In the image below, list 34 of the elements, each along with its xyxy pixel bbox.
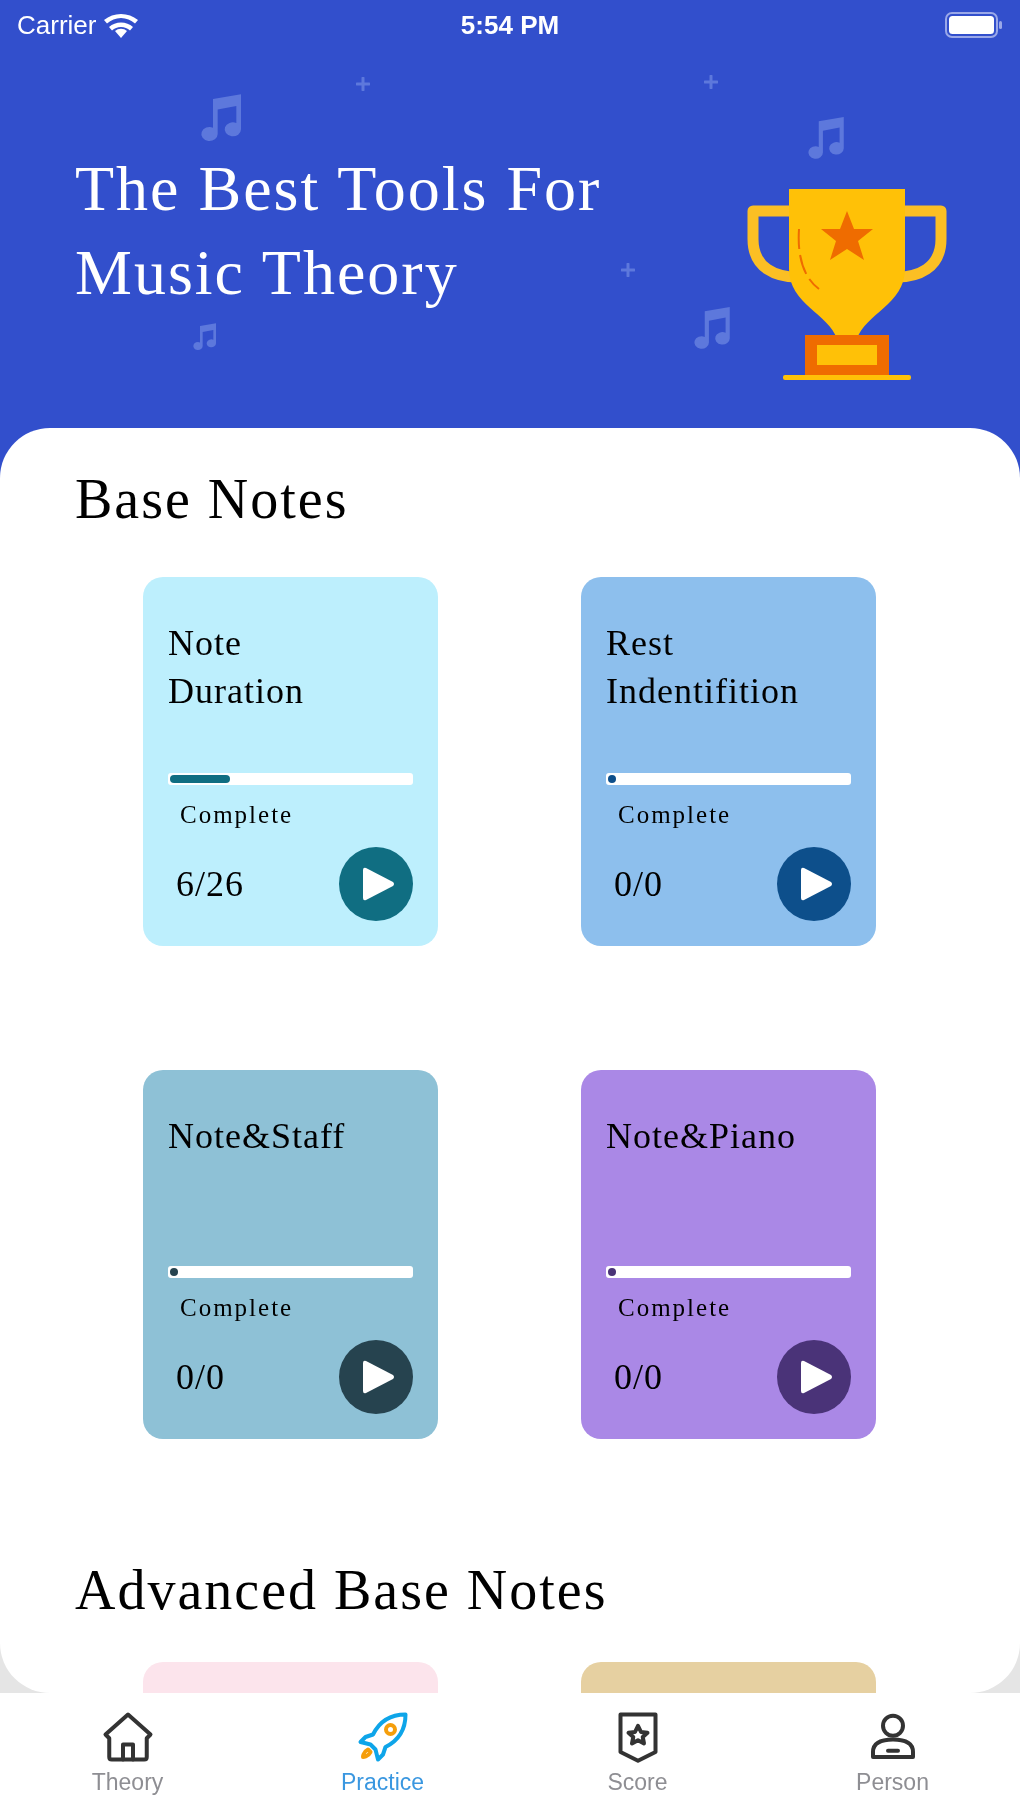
hero-title: The Best Tools For (75, 155, 602, 223)
card[interactable]: Note Duration Complete 6/26 (143, 577, 438, 946)
play-icon (361, 1358, 396, 1396)
plus-icon (704, 75, 718, 89)
card-title: Note (168, 622, 243, 665)
card[interactable]: Note&Staff Complete 0/0 (143, 1070, 438, 1439)
plus-icon (356, 77, 370, 91)
play-icon (799, 865, 834, 903)
card-title: Rest (606, 622, 675, 665)
play-icon (361, 865, 396, 903)
play-icon (799, 1358, 834, 1396)
progress-count: 0/0 (176, 1357, 225, 1397)
clock-time: 5:54 PM (460, 8, 560, 42)
wifi-icon (104, 12, 139, 38)
card-title: Indentifition (606, 670, 800, 713)
card-title: Note&Staff (168, 1115, 347, 1158)
progress-label: Complete (618, 800, 732, 830)
card-title: Duration (168, 670, 305, 713)
hero-title: Music Theory (75, 239, 460, 307)
carrier-label: Carrier (17, 8, 97, 42)
section-heading: Advanced Base Notes (75, 1558, 609, 1623)
progress-label: Complete (180, 1293, 294, 1323)
plus-icon (621, 263, 635, 277)
progress-label: Complete (180, 800, 294, 830)
card[interactable]: Note&Piano Complete 0/0 (581, 1070, 876, 1439)
card[interactable]: Rest Indentifition Complete 0/0 (581, 577, 876, 946)
progress-count: 0/0 (614, 1357, 663, 1397)
progress-count: 0/0 (614, 864, 663, 904)
trophy-icon (747, 189, 947, 381)
card-title: Note&Piano (606, 1115, 797, 1158)
progress-label: Complete (618, 1293, 732, 1323)
section-heading: Base Notes (75, 467, 350, 532)
battery-icon (945, 12, 1003, 38)
progress-count: 6/26 (176, 864, 244, 904)
